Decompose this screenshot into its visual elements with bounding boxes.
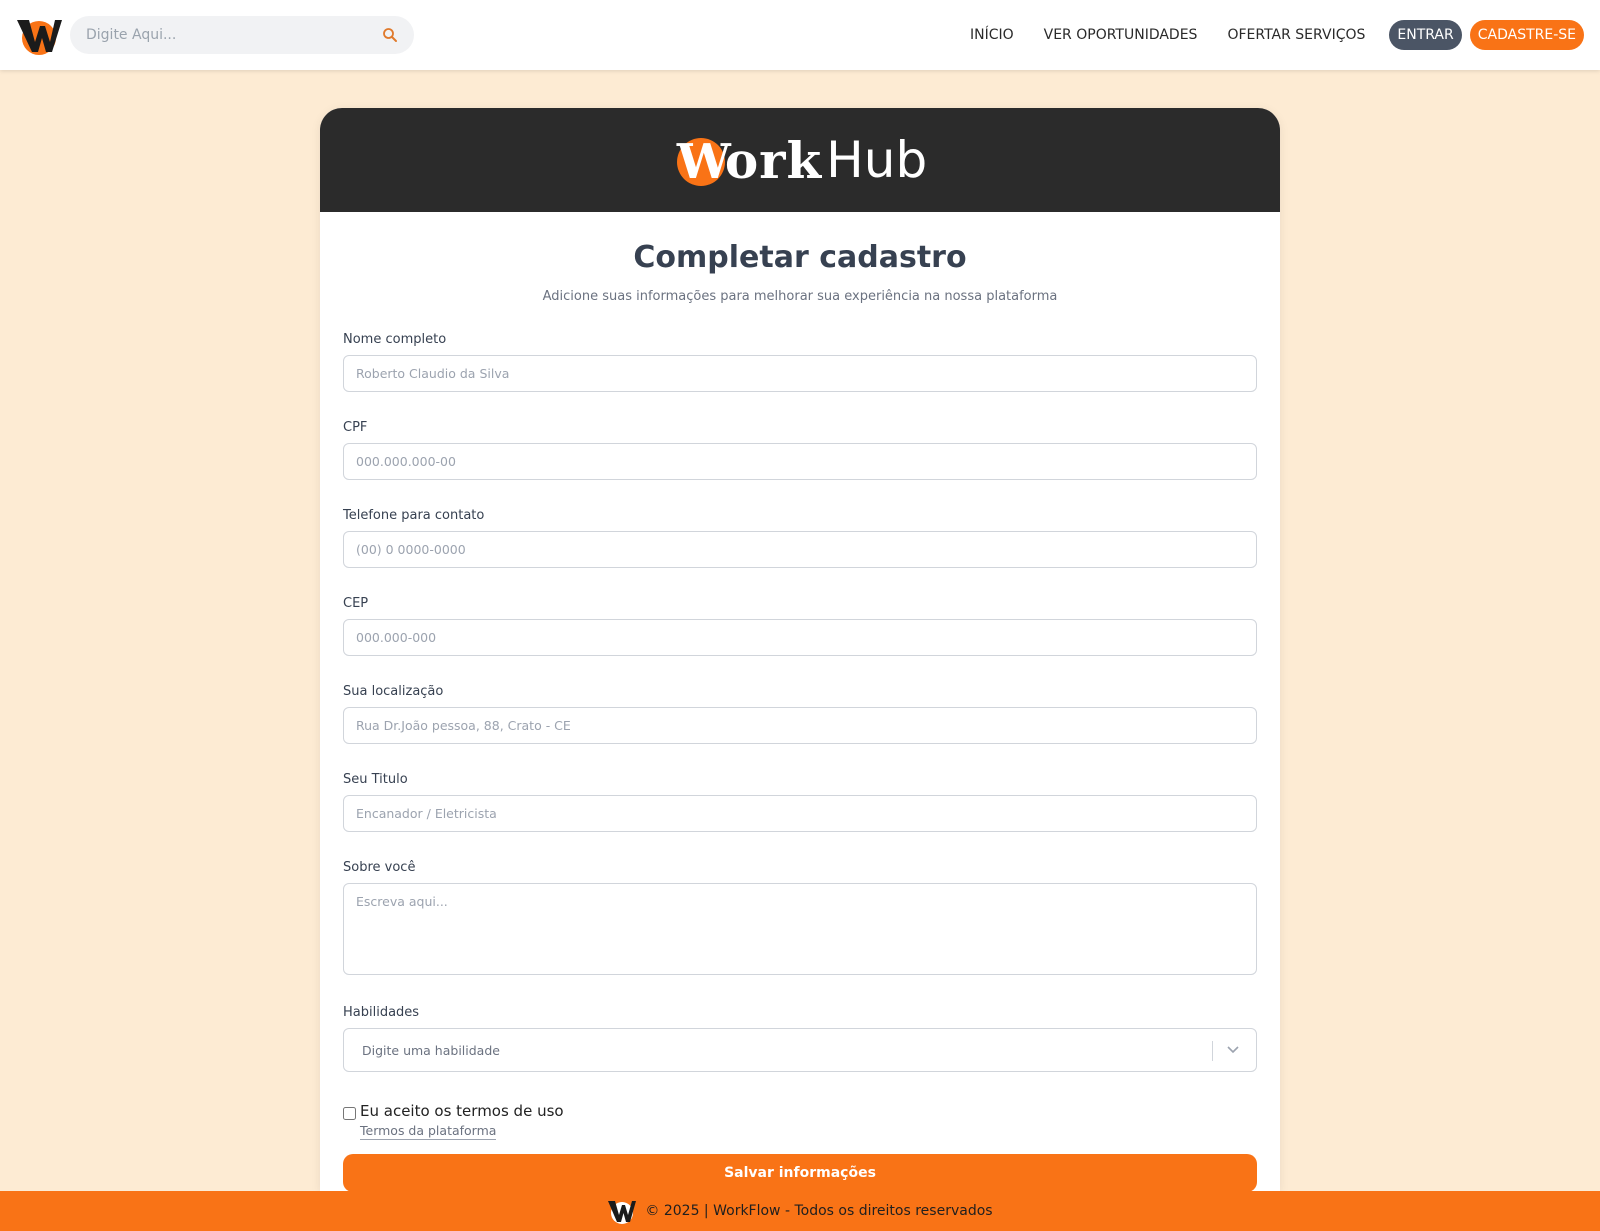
main-nav: INÍCIO VER OPORTUNIDADES OFERTAR SERVIÇO… — [970, 20, 1584, 50]
location-label: Sua localização — [343, 684, 444, 699]
footer: © 2025 | WorkFlow - Todos os direitos re… — [0, 1191, 1600, 1231]
cpf-label: CPF — [343, 420, 368, 435]
cep-label: CEP — [343, 596, 369, 611]
registration-form: Nome completo CPF Telefone para contato … — [343, 332, 1257, 1191]
skills-placeholder: Digite uma habilidade — [362, 1042, 500, 1058]
full-name-input[interactable] — [343, 355, 1257, 392]
brand-w-letter: W — [676, 134, 731, 190]
location-input[interactable] — [343, 707, 1257, 744]
terms-checkbox[interactable] — [343, 1107, 356, 1120]
terms-row: Eu aceito os termos de uso Termos da pla… — [343, 1102, 1257, 1140]
search-icon[interactable] — [382, 27, 398, 43]
brand-w-icon: W — [673, 132, 731, 190]
skills-label: Habilidades — [343, 1005, 420, 1020]
footer-logo-icon — [608, 1201, 637, 1224]
select-separator — [1212, 1041, 1213, 1061]
top-navbar: INÍCIO VER OPORTUNIDADES OFERTAR SERVIÇO… — [0, 0, 1600, 70]
registration-card: W ork Hub Completar cadastro Adicione su… — [320, 108, 1280, 1191]
save-button[interactable]: Salvar informações — [343, 1154, 1257, 1191]
terms-link[interactable]: Termos da plataforma — [360, 1123, 497, 1140]
cpf-input[interactable] — [343, 443, 1257, 480]
workhub-logo-icon[interactable] — [15, 14, 63, 56]
brand-logo: W ork Hub — [673, 131, 927, 190]
terms-label: Eu aceito os termos de uso — [360, 1102, 564, 1120]
cep-input[interactable] — [343, 619, 1257, 656]
nav-link-ofertar-servicos[interactable]: OFERTAR SERVIÇOS — [1227, 20, 1365, 50]
card-header: W ork Hub — [320, 108, 1280, 212]
search-input[interactable] — [86, 27, 366, 43]
title-input[interactable] — [343, 795, 1257, 832]
nav-link-inicio[interactable]: INÍCIO — [970, 20, 1014, 50]
chevron-down-icon[interactable] — [1226, 1045, 1240, 1055]
terms-text-block: Eu aceito os termos de uso Termos da pla… — [360, 1102, 564, 1140]
footer-text: © 2025 | WorkFlow - Todos os direitos re… — [645, 1203, 993, 1219]
phone-label: Telefone para contato — [343, 508, 485, 523]
signup-button[interactable]: CADASTRE-SE — [1469, 20, 1584, 50]
brand-ork-text: ork — [724, 130, 823, 190]
brand-hub-text: Hub — [826, 131, 928, 189]
title-label: Seu Titulo — [343, 772, 408, 787]
login-button[interactable]: ENTRAR — [1389, 20, 1462, 50]
full-name-label: Nome completo — [343, 332, 447, 347]
phone-input[interactable] — [343, 531, 1257, 568]
page-subtitle: Adicione suas informações para melhorar … — [542, 289, 1058, 304]
search-bar — [70, 16, 414, 54]
nav-link-ver-oportunidades[interactable]: VER OPORTUNIDADES — [1044, 20, 1198, 50]
about-textarea[interactable] — [343, 883, 1257, 975]
about-label: Sobre você — [343, 860, 416, 875]
page-title: Completar cadastro — [633, 240, 967, 275]
skills-select[interactable]: Digite uma habilidade — [343, 1028, 1257, 1072]
